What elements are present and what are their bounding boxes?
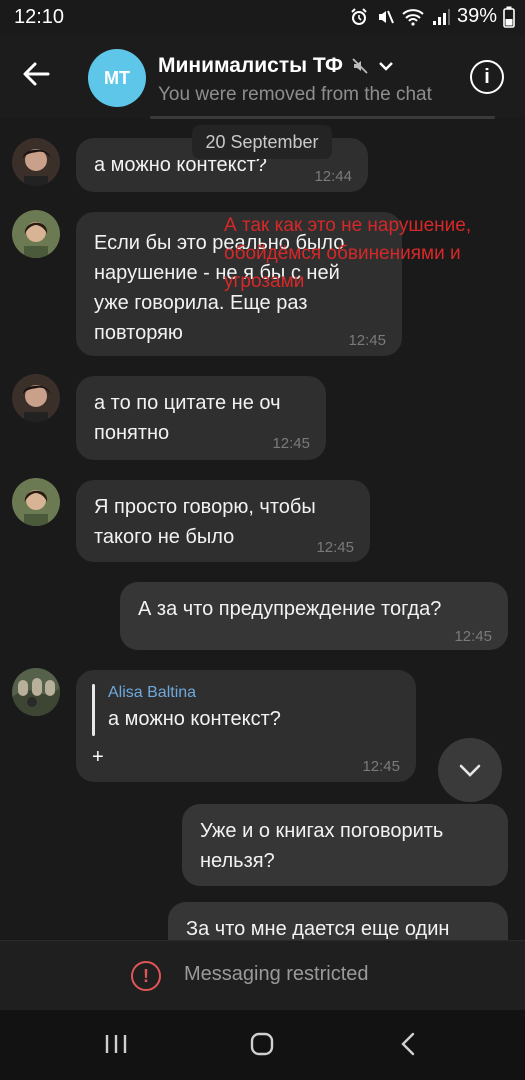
- chevron-down-icon: [459, 764, 481, 777]
- chat-title: Минималисты ТФ: [158, 54, 343, 77]
- chat-header: МТ Минималисты ТФ You were removed from …: [0, 36, 525, 119]
- avatar[interactable]: [12, 374, 60, 422]
- alarm-icon: [351, 7, 367, 25]
- arrow-left-icon: [23, 62, 50, 86]
- back-button[interactable]: [20, 58, 60, 94]
- message-text: Я просто говорю, чтобы такого не было: [94, 496, 316, 548]
- status-time: 12:10: [14, 6, 65, 28]
- mute-icon: [378, 10, 394, 23]
- chat-avatar[interactable]: МТ: [88, 49, 146, 107]
- battery-icon: [503, 6, 515, 28]
- message-time: 12:45: [362, 758, 400, 775]
- scroll-to-bottom-button[interactable]: [438, 738, 502, 802]
- message-text: А за что предупреждение тогда?: [138, 598, 442, 620]
- message-text: а то по цитате не оч понятно: [94, 392, 281, 444]
- message-text: За что мне дается еще один: [186, 918, 450, 940]
- message-time: 12:45: [316, 539, 354, 556]
- info-icon: i: [484, 65, 490, 88]
- message-time: 12:45: [348, 332, 386, 349]
- reply-message-bubble[interactable]: Alisa Baltina а можно контекст? + 12:45: [76, 670, 416, 782]
- message-bubble-outgoing[interactable]: Уже и о книгах поговорить нельзя?: [182, 804, 508, 886]
- message-bubble[interactable]: а то по цитате не оч понятно 12:45: [76, 376, 326, 460]
- back-nav-button[interactable]: [388, 1028, 428, 1060]
- wifi-icon: [402, 8, 424, 26]
- status-bar: 12:10 39%: [0, 0, 525, 36]
- message-bubble[interactable]: Я просто говорю, чтобы такого не было 12…: [76, 480, 370, 562]
- restricted-label: Messaging restricted: [184, 963, 369, 985]
- home-icon: [250, 1032, 274, 1056]
- reply-text: а можно контекст?: [108, 708, 281, 730]
- message-text: +: [92, 746, 104, 768]
- reply-quote-bar: [92, 684, 95, 736]
- annotation-text: А так как это не нарушение, обойдёмся об…: [224, 215, 472, 292]
- avatar[interactable]: [12, 138, 60, 186]
- chevron-down-icon: [379, 62, 393, 71]
- date-separator: 20 September: [192, 125, 332, 159]
- home-button[interactable]: [242, 1028, 282, 1060]
- message-bubble-outgoing[interactable]: А за что предупреждение тогда? 12:45: [120, 582, 508, 650]
- message-time: 12:45: [272, 435, 310, 452]
- avatar[interactable]: [12, 668, 60, 716]
- message-bubble-outgoing[interactable]: За что мне дается еще один: [168, 902, 508, 940]
- signal-icon: [432, 8, 450, 25]
- status-icons: 39%: [349, 5, 515, 28]
- avatar[interactable]: [12, 478, 60, 526]
- battery-level: 39%: [456, 5, 497, 27]
- chat-title-row[interactable]: Минималисты ТФ: [158, 54, 395, 78]
- chat-subtitle: You were removed from the chat: [158, 84, 432, 105]
- info-button[interactable]: i: [470, 60, 504, 94]
- message-time: 12:44: [314, 168, 352, 185]
- system-nav-bar: [0, 1010, 525, 1080]
- warning-icon: !: [131, 961, 161, 991]
- avatar[interactable]: [12, 210, 60, 258]
- message-time: 12:45: [454, 628, 492, 645]
- messaging-restricted-bar: ! Messaging restricted: [0, 940, 525, 1010]
- message-text: Уже и о книгах поговорить нельзя?: [200, 820, 444, 872]
- chevron-left-icon: [401, 1032, 415, 1056]
- muted-icon: [352, 58, 368, 74]
- recent-apps-button[interactable]: [96, 1028, 136, 1060]
- recent-apps-icon: [105, 1035, 127, 1053]
- reply-author[interactable]: Alisa Baltina: [108, 684, 196, 702]
